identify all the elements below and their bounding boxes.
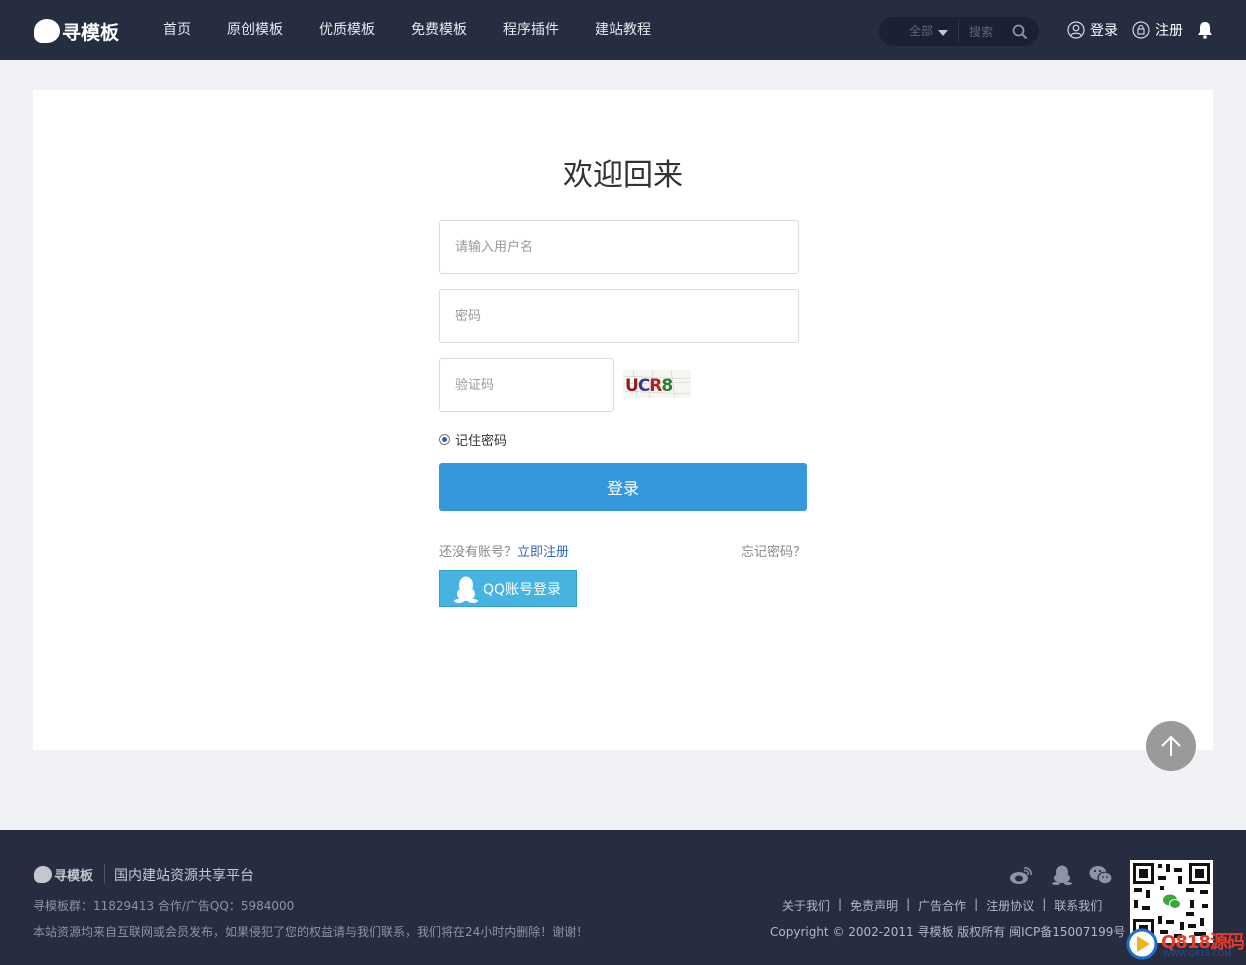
login-submit-button[interactable]: 登录 bbox=[439, 463, 807, 511]
captcha-image[interactable]: UCR8 bbox=[623, 370, 691, 398]
remember-label: 记住密码 bbox=[455, 433, 508, 449]
wechat-icon[interactable] bbox=[1089, 865, 1113, 885]
header-register-label: 注册 bbox=[1155, 23, 1183, 39]
nav-item-tutorials[interactable]: 建站教程 bbox=[595, 0, 651, 60]
footer-link-agreement[interactable]: 注册协议 bbox=[986, 897, 1034, 914]
remember-password-option[interactable]: 记住密码 bbox=[439, 430, 508, 449]
footer-pipe: | bbox=[838, 897, 843, 911]
back-to-top-button[interactable] bbox=[1146, 721, 1196, 771]
search-divider bbox=[958, 20, 959, 43]
search-box: 全部 bbox=[879, 17, 1039, 46]
logo-text: 寻模板 bbox=[62, 21, 120, 44]
nav-item-quality[interactable]: 优质模板 bbox=[319, 0, 375, 60]
password-input[interactable] bbox=[439, 289, 799, 343]
qq-icon[interactable] bbox=[1050, 865, 1074, 885]
qq-penguin-icon bbox=[454, 576, 478, 603]
footer-notice: 本站资源均来自互联网或会员发布，如果侵犯了您的权益请与我们联系，我们将在24小时… bbox=[33, 925, 589, 939]
header-register-link[interactable]: 注册 bbox=[1132, 20, 1183, 40]
forgot-password-link[interactable]: 忘记密码？ bbox=[741, 541, 806, 560]
logo-bubble-icon bbox=[34, 19, 60, 43]
footer-contact: 寻模板群：11829413 合作/广告QQ：5984000 bbox=[33, 899, 295, 913]
footer-pipe: | bbox=[906, 897, 911, 911]
footer-link-about[interactable]: 关于我们 bbox=[782, 897, 830, 914]
footer-link-contact[interactable]: 联系我们 bbox=[1054, 897, 1102, 914]
footer-copyright: Copyright © 2002-2011 寻模板 版权所有 闽ICP备1500… bbox=[770, 925, 1126, 939]
qq-login-button[interactable]: QQ账号登录 bbox=[439, 570, 577, 607]
footer-pipe: | bbox=[1042, 897, 1047, 911]
footer-divider bbox=[104, 864, 105, 884]
footer-logo[interactable]: 寻模板 bbox=[34, 865, 93, 884]
register-prompt: 还没有账号？立即注册 bbox=[439, 541, 569, 560]
chevron-down-icon[interactable] bbox=[938, 30, 948, 36]
nav-item-original[interactable]: 原创模板 bbox=[227, 0, 283, 60]
weibo-icon[interactable] bbox=[1009, 865, 1033, 885]
footer-links: 关于我们 | 免责声明 | 广告合作 | 注册协议 | 联系我们 bbox=[782, 897, 1102, 914]
search-input[interactable] bbox=[969, 21, 1009, 42]
watermark-subtext: WWW.Q818.COM bbox=[1163, 949, 1232, 958]
lock-icon bbox=[1132, 21, 1150, 39]
footer-link-disclaimer[interactable]: 免责声明 bbox=[850, 897, 898, 914]
no-account-text: 还没有账号？ bbox=[439, 545, 518, 560]
nav-item-plugins[interactable]: 程序插件 bbox=[503, 0, 559, 60]
arrow-up-icon bbox=[1161, 735, 1181, 756]
footer-logo-bubble-icon bbox=[34, 866, 52, 883]
footer-tagline: 国内建站资源共享平台 bbox=[114, 868, 254, 884]
header-login-link[interactable]: 登录 bbox=[1067, 20, 1118, 40]
footer-pipe: | bbox=[974, 897, 979, 911]
svg-text:UCR8: UCR8 bbox=[625, 376, 672, 396]
notification-bell-icon[interactable] bbox=[1197, 21, 1213, 39]
remember-radio[interactable] bbox=[439, 433, 450, 445]
search-icon[interactable] bbox=[1012, 24, 1028, 40]
footer-link-ads[interactable]: 广告合作 bbox=[918, 897, 966, 914]
header-login-label: 登录 bbox=[1090, 23, 1118, 39]
nav-item-free[interactable]: 免费模板 bbox=[411, 0, 467, 60]
qq-login-label: QQ账号登录 bbox=[483, 581, 562, 598]
page-title: 欢迎回来 bbox=[563, 158, 683, 193]
nav-item-home[interactable]: 首页 bbox=[163, 0, 191, 60]
captcha-input[interactable] bbox=[439, 358, 614, 412]
footer-logo-text: 寻模板 bbox=[54, 869, 94, 884]
user-icon bbox=[1067, 21, 1085, 39]
top-header: 寻模板 首页 原创模板 优质模板 免费模板 程序插件 建站教程 全部 登录 注 bbox=[0, 0, 1246, 60]
site-logo[interactable]: 寻模板 bbox=[34, 18, 119, 44]
username-input[interactable] bbox=[439, 220, 799, 274]
site-footer: 寻模板 国内建站资源共享平台 寻模板群：11829413 合作/广告QQ：598… bbox=[0, 830, 1246, 965]
register-now-link[interactable]: 立即注册 bbox=[517, 545, 569, 560]
main-nav: 首页 原创模板 优质模板 免费模板 程序插件 建站教程 bbox=[163, 0, 687, 60]
search-category-select[interactable]: 全部 bbox=[909, 17, 933, 46]
